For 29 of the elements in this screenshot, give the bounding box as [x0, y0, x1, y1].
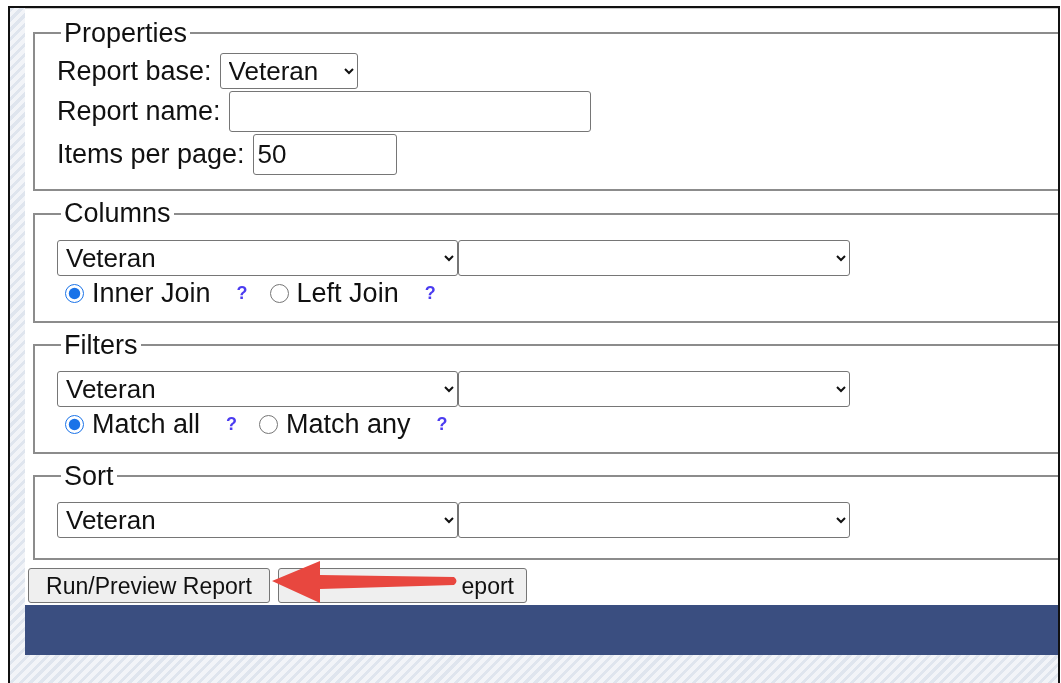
- radio-label: Match all: [92, 411, 201, 439]
- help-link[interactable]: ?: [226, 411, 238, 439]
- radio-label: Inner Join: [92, 279, 211, 307]
- dropdown[interactable]: Veteran: [57, 239, 458, 276]
- radio-label: Left Join: [296, 279, 399, 307]
- input-field[interactable]: 50: [252, 134, 397, 176]
- dropdown[interactable]: [458, 239, 850, 276]
- dropdown[interactable]: Veteran: [57, 371, 458, 408]
- radio-button[interactable]: [259, 415, 279, 435]
- section-legend: Properties: [61, 19, 191, 48]
- radio-button[interactable]: [269, 283, 289, 303]
- field-label: Report base:: [57, 57, 212, 85]
- help-link[interactable]: ?: [424, 279, 436, 307]
- dropdown[interactable]: [458, 502, 850, 539]
- section-legend: Sort: [61, 462, 117, 491]
- radio-label: Match any: [286, 411, 411, 439]
- help-link[interactable]: ?: [436, 411, 448, 439]
- field-label: Report name:: [57, 98, 221, 126]
- section-legend: Columns: [61, 199, 174, 228]
- input-field[interactable]: [228, 91, 591, 133]
- dropdown[interactable]: Veteran: [57, 502, 458, 539]
- help-link[interactable]: ?: [236, 279, 248, 307]
- radio-button[interactable]: [65, 283, 84, 303]
- field-label: Items per page:: [57, 141, 245, 169]
- section-legend: Filters: [61, 330, 141, 360]
- dropdown[interactable]: Veteran: [219, 53, 358, 90]
- radio-button[interactable]: [65, 415, 84, 435]
- form-button[interactable]: Run/Preview Report: [28, 568, 270, 604]
- dropdown[interactable]: [458, 371, 850, 408]
